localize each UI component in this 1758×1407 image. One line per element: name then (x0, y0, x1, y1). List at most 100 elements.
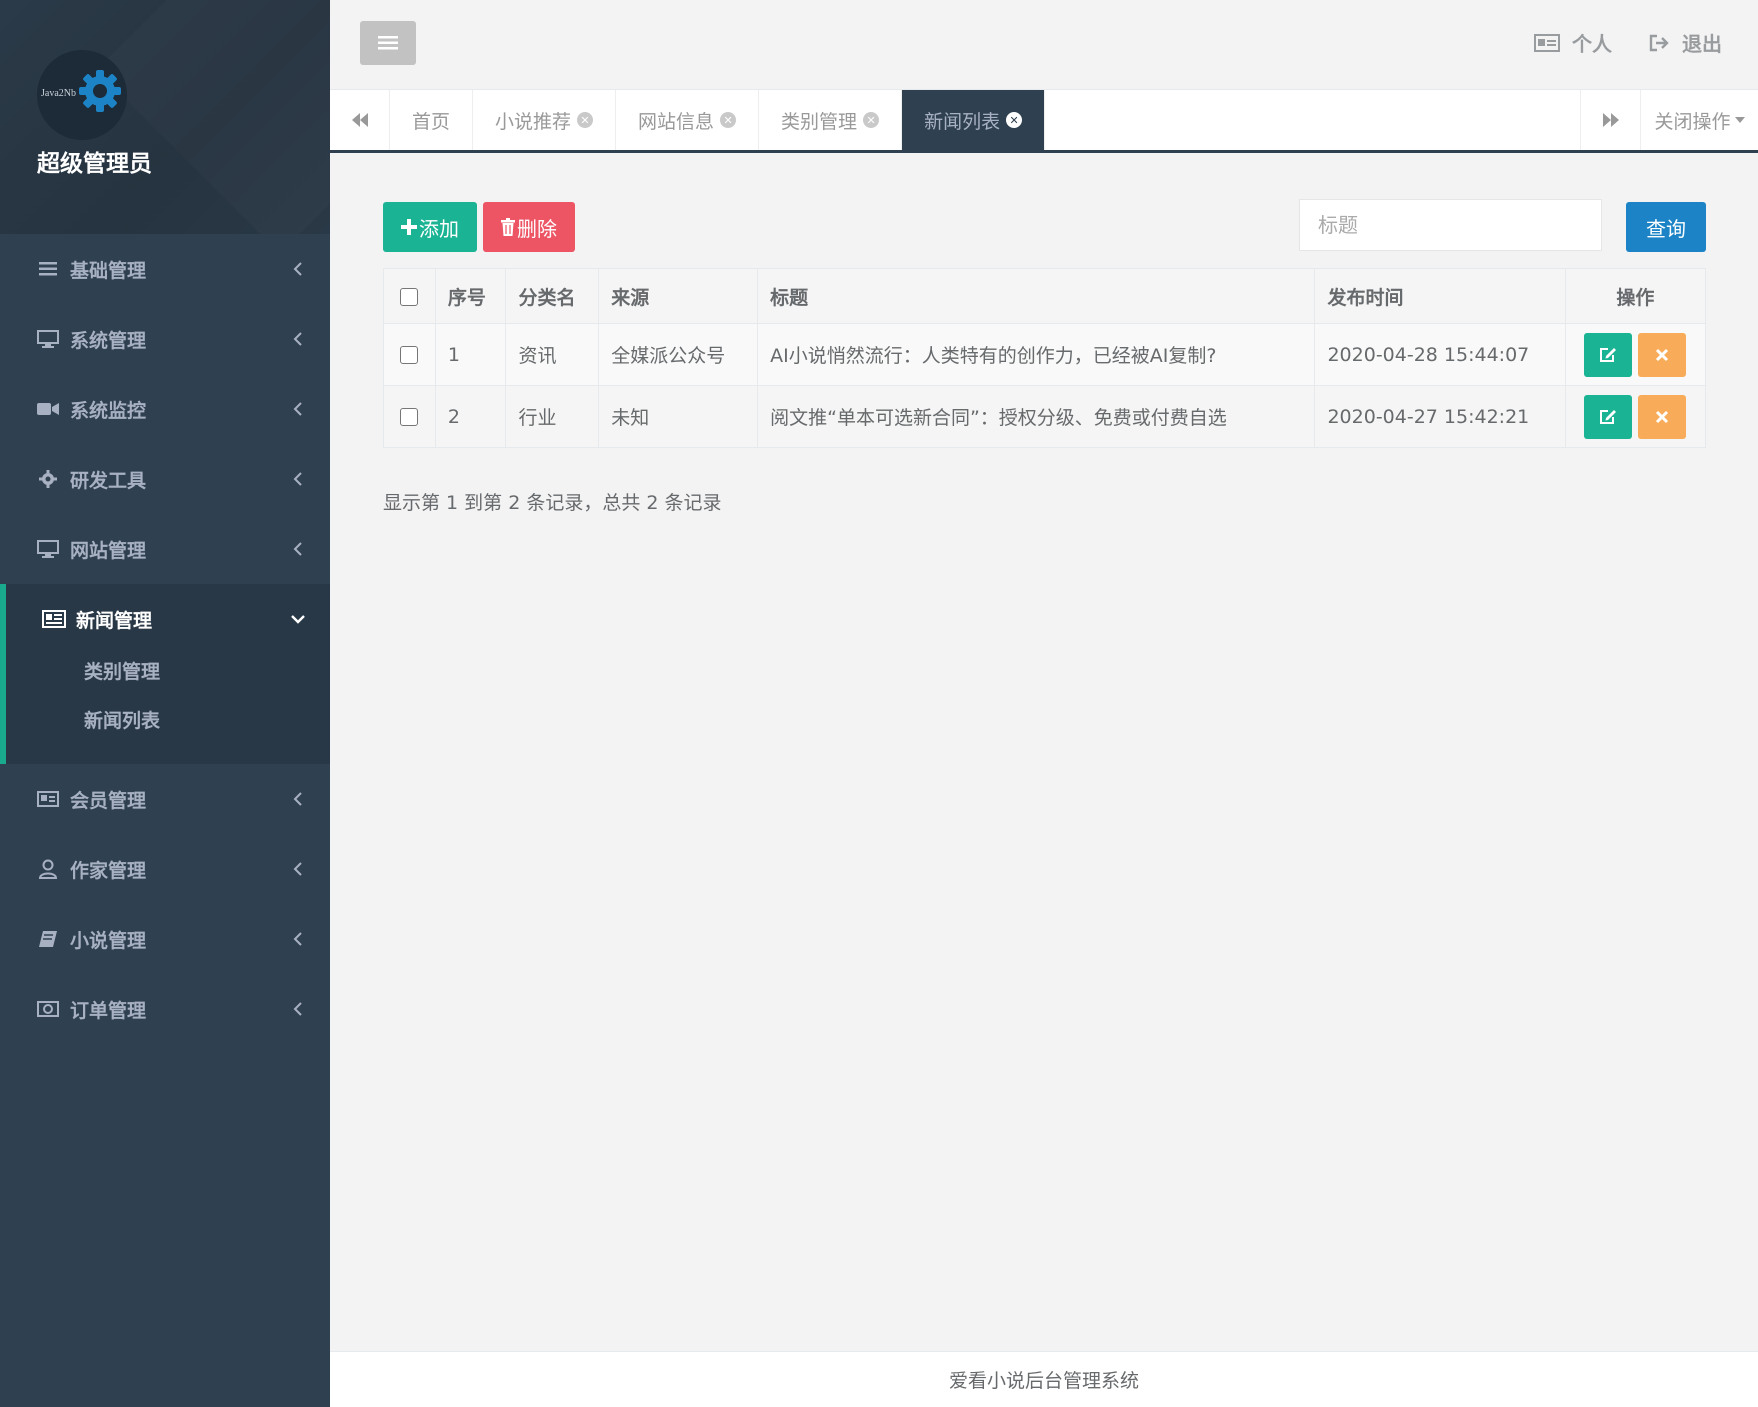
column-header[interactable]: 来源 (598, 268, 759, 324)
sidebar-item-devtools[interactable]: 研发工具 (0, 444, 330, 514)
column-header[interactable]: 标题 (757, 268, 1316, 324)
edit-icon (1600, 409, 1617, 424)
chevron-left-icon (288, 999, 308, 1019)
sidebar: Java2Nb 超级管理员 基础管理 系统管理 系统监控 研发工具 网站管理 新… (0, 0, 330, 1407)
book-icon (36, 927, 60, 951)
table-header-row: 序号 分类名 来源 标题 发布时间 操作 (383, 268, 1707, 324)
gear-icon (36, 467, 60, 491)
chevron-left-icon (288, 789, 308, 809)
delete-label: 删除 (517, 216, 557, 241)
menu-toggle-button[interactable] (360, 21, 416, 65)
row-checkbox[interactable] (400, 346, 419, 364)
main-content: 添加 删除 查询 序号 分类名 来源 标题 发布时间 操作 1 (330, 153, 1758, 1351)
table-row[interactable]: 1 资讯 全媒派公众号 AI小说悄然流行：人类特有的创作力，已经被AI复制? 2… (383, 323, 1707, 386)
tab-scroll-left-button[interactable] (330, 90, 390, 150)
money-icon (36, 997, 60, 1021)
add-label: 添加 (419, 216, 459, 241)
remove-button[interactable] (1638, 394, 1687, 439)
sidebar-item-website[interactable]: 网站管理 (0, 514, 330, 584)
tab-scroll-right-button[interactable] (1580, 90, 1640, 150)
backward-icon (351, 113, 368, 127)
sidebar-item-orders[interactable]: 订单管理 (0, 974, 330, 1044)
cell-actions (1564, 385, 1707, 448)
cell-time: 2020-04-28 15:44:07 (1314, 323, 1566, 386)
delete-button[interactable]: 删除 (483, 202, 575, 252)
sidebar-subitem-news-list[interactable]: 新闻列表 (6, 695, 330, 744)
column-header[interactable]: 发布时间 (1314, 268, 1566, 324)
column-header[interactable]: 分类名 (505, 268, 600, 324)
footer: 爱看小说后台管理系统 (330, 1351, 1758, 1407)
select-all-cell (383, 268, 436, 324)
tab-bar: 首页 小说推荐 ✕ 网站信息 ✕ 类别管理 ✕ 新闻列表 ✕ 关闭操作 (330, 90, 1758, 153)
profile-panel: Java2Nb 超级管理员 (0, 0, 330, 234)
sidebar-item-members[interactable]: 会员管理 (0, 764, 330, 834)
sidebar-item-label: 作家管理 (70, 859, 147, 882)
sidebar-item-system[interactable]: 系统管理 (0, 304, 330, 374)
query-button[interactable]: 查询 (1626, 202, 1706, 252)
sidebar-item-authors[interactable]: 作家管理 (0, 834, 330, 904)
remove-button[interactable] (1638, 332, 1687, 377)
select-all-checkbox[interactable] (400, 287, 419, 306)
caret-down-icon (1734, 117, 1745, 123)
sidebar-item-label: 网站管理 (70, 539, 147, 562)
id-card-icon (1534, 33, 1560, 52)
plus-icon (401, 219, 417, 235)
tab-list: 首页 小说推荐 ✕ 网站信息 ✕ 类别管理 ✕ 新闻列表 ✕ (390, 90, 1046, 150)
sidebar-item-monitor[interactable]: 系统监控 (0, 374, 330, 444)
desktop-icon (36, 327, 60, 351)
sidebar-item-label: 会员管理 (70, 789, 147, 812)
sidebar-item-basic[interactable]: 基础管理 (0, 234, 330, 304)
close-icon[interactable]: ✕ (863, 112, 880, 128)
tab-home[interactable]: 首页 (390, 90, 474, 150)
chevron-down-icon (288, 609, 308, 629)
row-select-cell (383, 323, 436, 386)
add-button[interactable]: 添加 (383, 202, 477, 252)
tab-novel-recommend[interactable]: 小说推荐 ✕ (473, 90, 617, 150)
id-card-icon (36, 787, 60, 811)
edit-button[interactable] (1584, 332, 1633, 377)
edit-icon (1600, 347, 1617, 362)
news-table: 序号 分类名 来源 标题 发布时间 操作 1 资讯 全媒派公众号 AI小说悄然流… (383, 268, 1707, 448)
row-checkbox[interactable] (400, 408, 419, 426)
avatar[interactable]: Java2Nb (37, 50, 127, 140)
user-name[interactable]: 超级管理员 (37, 144, 152, 178)
desktop-icon (36, 537, 60, 561)
forward-icon (1602, 113, 1619, 127)
column-header[interactable]: 序号 (434, 268, 507, 324)
cell-source: 全媒派公众号 (598, 323, 759, 386)
sidebar-item-label: 研发工具 (70, 469, 147, 492)
trash-icon (501, 218, 515, 236)
edit-button[interactable] (1584, 394, 1633, 439)
sidebar-item-label: 订单管理 (70, 999, 147, 1022)
sidebar-item-novels[interactable]: 小说管理 (0, 904, 330, 974)
logout-label: 退出 (1682, 32, 1722, 56)
sidebar-item-news[interactable]: 新闻管理 (6, 584, 330, 654)
close-icon[interactable]: ✕ (720, 112, 737, 128)
tab-category-manage[interactable]: 类别管理 ✕ (759, 90, 903, 150)
table-row[interactable]: 2 行业 未知 阅文推“单本可选新合同”：授权分级、免费或付费自选 2020-0… (383, 385, 1707, 448)
chevron-left-icon (288, 329, 308, 349)
sidebar-item-label: 新闻管理 (76, 609, 153, 632)
top-right-links: 个人 退出 (1534, 28, 1722, 57)
chevron-left-icon (288, 399, 308, 419)
cell-title: AI小说悄然流行：人类特有的创作力，已经被AI复制? (757, 323, 1316, 386)
avatar-text: Java2Nb (41, 88, 76, 99)
video-camera-icon (36, 397, 60, 421)
profile-link[interactable]: 个人 (1534, 28, 1612, 57)
close-ops-label: 关闭操作 (1654, 110, 1731, 133)
profile-label: 个人 (1572, 32, 1612, 56)
tab-website-info[interactable]: 网站信息 ✕ (616, 90, 760, 150)
close-icon[interactable]: ✕ (1006, 112, 1023, 128)
sidebar-item-label: 系统管理 (70, 329, 147, 352)
chevron-left-icon (288, 539, 308, 559)
chevron-left-icon (288, 859, 308, 879)
title-search-input[interactable] (1299, 199, 1602, 251)
close-icon[interactable]: ✕ (577, 112, 594, 128)
cell-actions (1564, 323, 1707, 386)
chevron-left-icon (288, 929, 308, 949)
tab-news-list[interactable]: 新闻列表 ✕ (902, 90, 1046, 150)
close-operations-dropdown[interactable]: 关闭操作 (1640, 90, 1758, 150)
cell-no: 1 (434, 323, 507, 386)
chevron-left-icon (288, 469, 308, 489)
logout-link[interactable]: 退出 (1648, 28, 1722, 57)
